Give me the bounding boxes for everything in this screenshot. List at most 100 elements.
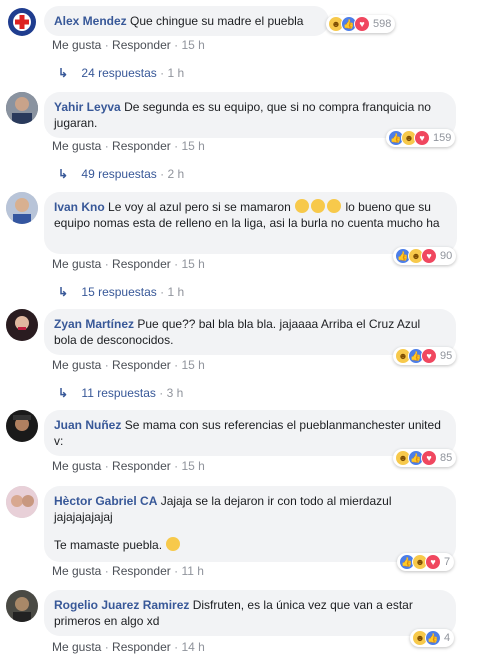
comment-time[interactable]: 15 h <box>181 459 204 473</box>
comment-author[interactable]: Juan Nuñez <box>54 418 121 432</box>
reply-link[interactable]: Responder <box>112 564 171 578</box>
comment-time[interactable]: 15 h <box>181 38 204 52</box>
reply-link[interactable]: Responder <box>112 640 171 654</box>
reaction-count: 159 <box>433 132 452 144</box>
separator: · <box>104 139 109 153</box>
separator: · <box>104 358 109 372</box>
separator: · <box>104 459 109 473</box>
reply-link[interactable]: Responder <box>112 459 171 473</box>
profile-photo <box>6 486 38 518</box>
like-link[interactable]: Me gusta <box>52 459 101 473</box>
love-reaction-icon: ♥ <box>354 16 370 32</box>
separator: · <box>160 66 165 80</box>
avatar[interactable] <box>6 590 38 622</box>
comment-author[interactable]: Hèctor Gabriel CA <box>54 494 157 508</box>
avatar[interactable] <box>6 192 38 224</box>
like-link[interactable]: Me gusta <box>52 257 101 271</box>
comment-bubble: Zyan Martínez Pue que?? bal bla bla bla.… <box>44 309 456 355</box>
comment-author[interactable]: Ivan Kno <box>54 200 105 214</box>
reply-link[interactable]: Responder <box>112 257 171 271</box>
avatar[interactable] <box>6 92 38 124</box>
reaction-summary[interactable]: ☻ 👍 4 <box>410 629 455 647</box>
reaction-summary[interactable]: ☻ 👍 ♥ 598 <box>326 15 396 33</box>
comment-text: Que chingue su madre el puebla <box>130 14 304 28</box>
profile-photo <box>6 92 38 124</box>
separator: · <box>174 564 179 578</box>
separator: · <box>174 257 179 271</box>
comment-bubble: Hèctor Gabriel CA Jajaja se la dejaron i… <box>44 486 456 562</box>
comment-bubble: Rogelio Juarez Ramirez Disfruten, es la … <box>44 590 456 636</box>
comment-time[interactable]: 11 h <box>181 564 203 578</box>
comment-author[interactable]: Alex Mendez <box>54 14 127 28</box>
like-link[interactable]: Me gusta <box>52 358 101 372</box>
profile-photo <box>6 309 38 341</box>
like-link[interactable]: Me gusta <box>52 640 101 654</box>
replies-count-link[interactable]: 49 respuestas <box>81 167 156 181</box>
reply-arrow-icon: ↳ <box>58 167 69 181</box>
separator: · <box>159 386 164 400</box>
reaction-summary[interactable]: 👍 ☻ ♥ 90 <box>393 247 457 265</box>
view-replies[interactable]: ↳ 49 respuestas · 2 h <box>58 167 184 181</box>
separator: · <box>104 564 109 578</box>
profile-photo <box>6 410 38 442</box>
reply-link[interactable]: Responder <box>112 358 171 372</box>
comment-author[interactable]: Yahir Leyva <box>54 100 121 114</box>
like-reaction-icon: 👍 <box>425 630 441 646</box>
view-replies[interactable]: ↳ 11 respuestas · 3 h <box>58 386 183 400</box>
reaction-count: 90 <box>440 250 453 262</box>
comment-actions: Me gusta · Responder · 15 h <box>52 257 205 271</box>
comment-actions: Me gusta · Responder · 15 h <box>52 139 205 153</box>
reply-link[interactable]: Responder <box>112 139 171 153</box>
replies-time: 3 h <box>166 386 184 400</box>
love-reaction-icon: ♥ <box>414 130 430 146</box>
like-link[interactable]: Me gusta <box>52 139 101 153</box>
separator: · <box>104 38 109 52</box>
comment-author[interactable]: Rogelio Juarez Ramirez <box>54 598 189 612</box>
reaction-count: 95 <box>440 350 453 362</box>
separator: · <box>104 257 109 271</box>
comment-time[interactable]: 15 h <box>181 139 204 153</box>
laughing-emoji <box>295 199 310 213</box>
like-link[interactable]: Me gusta <box>52 564 101 578</box>
reaction-summary[interactable]: 👍 ☻ ♥ 7 <box>397 553 455 571</box>
comment-time[interactable]: 15 h <box>181 257 204 271</box>
love-reaction-icon: ♥ <box>421 450 437 466</box>
comment-time[interactable]: 14 h <box>181 640 204 654</box>
replies-time: 1 h <box>167 66 185 80</box>
reaction-summary[interactable]: 👍 ☻ ♥ 159 <box>386 129 456 147</box>
replies-time: 2 h <box>167 167 185 181</box>
replies-count-link[interactable]: 11 respuestas <box>81 386 156 400</box>
laughing-emoji <box>327 199 342 213</box>
separator: · <box>104 640 109 654</box>
reaction-count: 85 <box>440 452 453 464</box>
comment-text-2: Te mamaste puebla. <box>54 538 163 552</box>
laughing-emoji <box>166 537 181 551</box>
reaction-summary[interactable]: ☻ 👍 ♥ 85 <box>393 449 457 467</box>
avatar[interactable] <box>6 6 38 38</box>
view-replies[interactable]: ↳ 15 respuestas · 1 h <box>58 285 184 299</box>
avatar[interactable] <box>6 410 38 442</box>
replies-time: 1 h <box>167 285 185 299</box>
view-replies[interactable]: ↳ 24 respuestas · 1 h <box>58 66 184 80</box>
separator: · <box>174 358 179 372</box>
reply-link[interactable]: Responder <box>112 38 171 52</box>
avatar[interactable] <box>6 486 38 518</box>
comment-actions: Me gusta · Responder · 15 h <box>52 38 205 52</box>
laughing-emoji <box>311 199 326 213</box>
comment-time[interactable]: 15 h <box>181 358 204 372</box>
comment-bubble: Juan Nuñez Se mama con sus referencias e… <box>44 410 456 456</box>
profile-photo <box>6 192 38 224</box>
like-link[interactable]: Me gusta <box>52 38 101 52</box>
reaction-count: 4 <box>444 632 451 644</box>
comment-text-a: Le voy al azul pero si se mamaron <box>108 200 291 214</box>
comment-actions: Me gusta · Responder · 15 h <box>52 358 205 372</box>
reaction-count: 598 <box>373 18 392 30</box>
reaction-count: 7 <box>444 556 451 568</box>
replies-count-link[interactable]: 15 respuestas <box>81 285 156 299</box>
reaction-summary[interactable]: ☻ 👍 ♥ 95 <box>393 347 457 365</box>
comment-author[interactable]: Zyan Martínez <box>54 317 134 331</box>
comment-bubble: Ivan Kno Le voy al azul pero si se mamar… <box>44 192 457 254</box>
separator: · <box>160 285 165 299</box>
avatar[interactable] <box>6 309 38 341</box>
replies-count-link[interactable]: 24 respuestas <box>81 66 156 80</box>
